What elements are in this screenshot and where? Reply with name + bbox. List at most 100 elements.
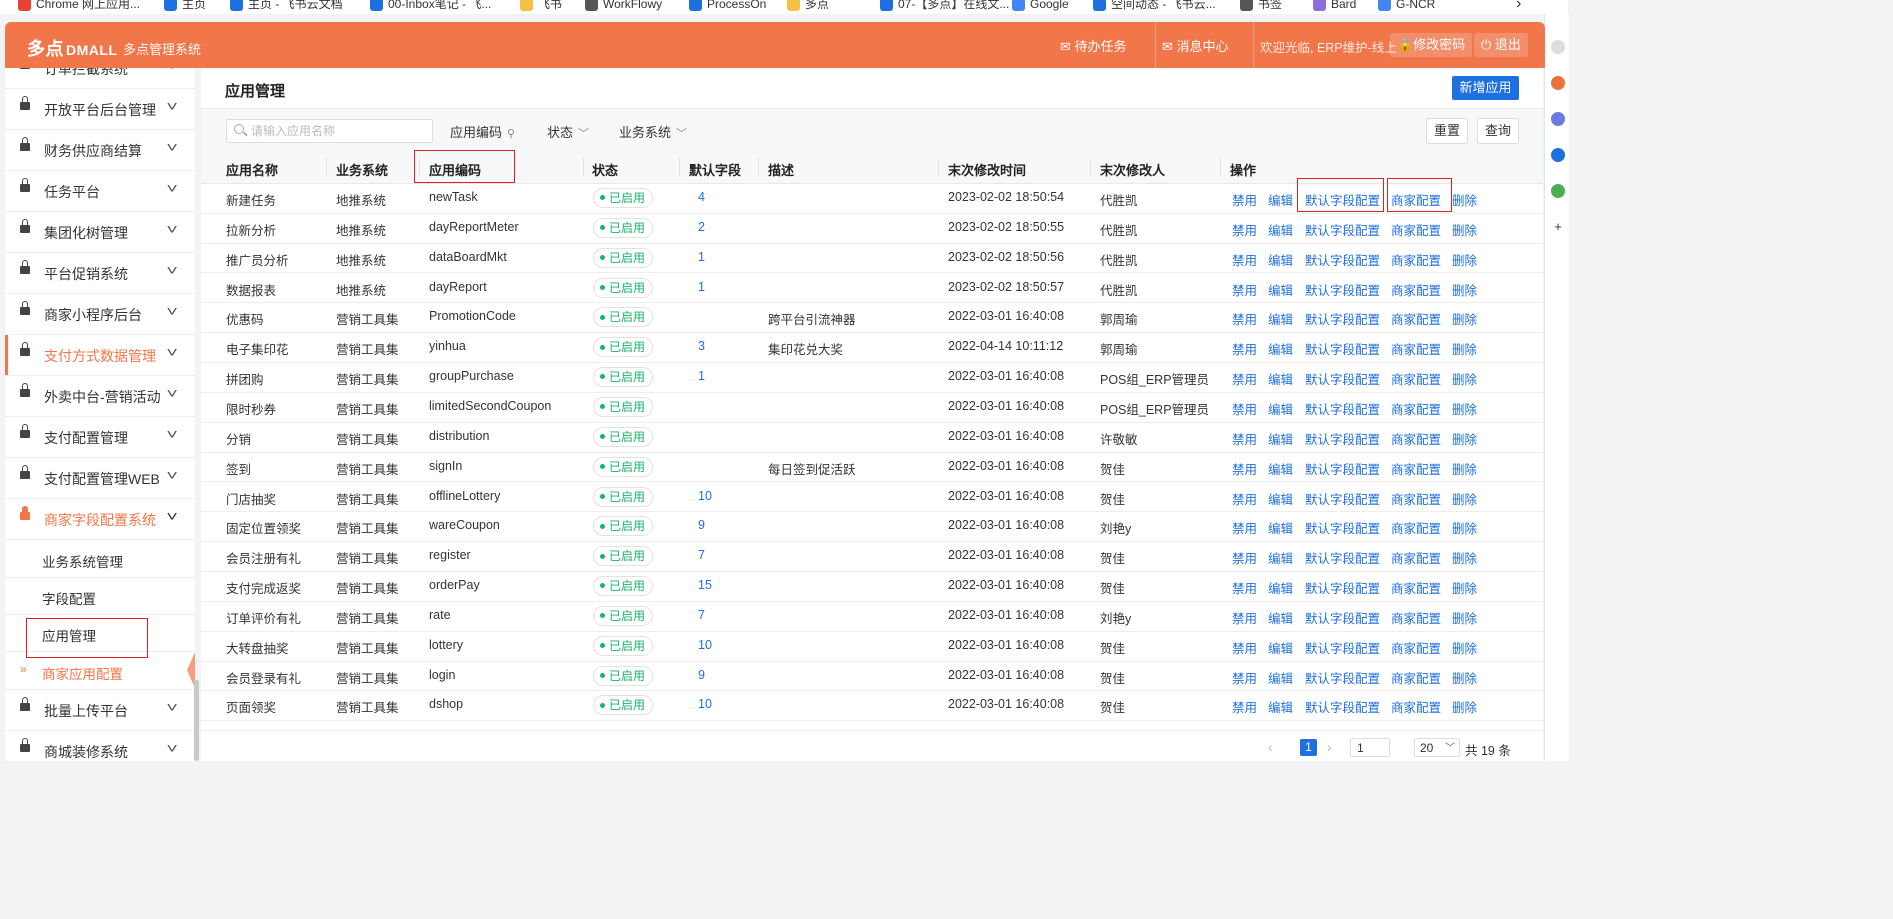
merchant-config-link[interactable]: 商家配置 — [1391, 250, 1441, 269]
sidebar-item[interactable]: 商家小程序后台 ˅ — [5, 294, 195, 335]
default-fields-link[interactable]: 10 — [698, 697, 712, 711]
edit-link[interactable]: 编辑 — [1268, 668, 1293, 687]
disable-link[interactable]: 禁用 — [1232, 668, 1257, 687]
bookmark-item[interactable]: 07-【多点】在线文... — [880, 0, 1009, 13]
todo-link[interactable]: ✉ 待办任务 — [1060, 36, 1127, 55]
prev-page-icon[interactable]: ‹ — [1268, 739, 1273, 755]
edit-link[interactable]: 编辑 — [1268, 369, 1293, 388]
default-field-config-link[interactable]: 默认字段配置 — [1305, 339, 1380, 358]
filter-status[interactable]: 状态 ﹀ — [547, 122, 589, 141]
disable-link[interactable]: 禁用 — [1232, 190, 1257, 209]
default-fields-link[interactable]: 9 — [698, 668, 705, 682]
default-field-config-link[interactable]: 默认字段配置 — [1305, 429, 1380, 448]
edit-link[interactable]: 编辑 — [1268, 638, 1293, 657]
delete-link[interactable]: 删除 — [1452, 369, 1477, 388]
delete-link[interactable]: 删除 — [1452, 220, 1477, 239]
merchant-config-link[interactable]: 商家配置 — [1391, 429, 1441, 448]
edit-link[interactable]: 编辑 — [1268, 518, 1293, 537]
delete-link[interactable]: 删除 — [1452, 518, 1477, 537]
delete-link[interactable]: 删除 — [1452, 429, 1477, 448]
side-panel-app-icon[interactable] — [1551, 76, 1565, 90]
delete-link[interactable]: 删除 — [1452, 309, 1477, 328]
page-size-select[interactable]: 20 ﹀ — [1414, 738, 1460, 757]
sidebar-item[interactable]: 外卖中台-营销活动 ˅ — [5, 376, 195, 417]
default-field-config-link[interactable]: 默认字段配置 — [1305, 489, 1380, 508]
sidebar-item[interactable]: 任务平台 ˅ — [5, 171, 195, 212]
merchant-config-link[interactable]: 商家配置 — [1391, 608, 1441, 627]
default-fields-link[interactable]: 10 — [698, 489, 712, 503]
logout-button[interactable]: ⏻ 退出 — [1474, 33, 1528, 57]
disable-link[interactable]: 禁用 — [1232, 250, 1257, 269]
default-field-config-link[interactable]: 默认字段配置 — [1305, 668, 1380, 687]
default-field-config-link[interactable]: 默认字段配置 — [1305, 190, 1380, 209]
default-fields-link[interactable]: 1 — [698, 280, 705, 294]
sidebar-scrollbar[interactable] — [194, 680, 199, 761]
default-field-config-link[interactable]: 默认字段配置 — [1305, 250, 1380, 269]
bookmark-item[interactable]: Bard — [1313, 0, 1356, 13]
bookmark-item[interactable]: ProcessOn — [689, 0, 766, 13]
delete-link[interactable]: 删除 — [1452, 697, 1477, 716]
filter-business-system[interactable]: 业务系统 ﹀ — [619, 122, 687, 141]
default-fields-link[interactable]: 3 — [698, 339, 705, 353]
delete-link[interactable]: 删除 — [1452, 668, 1477, 687]
merchant-config-link[interactable]: 商家配置 — [1391, 668, 1441, 687]
delete-link[interactable]: 删除 — [1452, 250, 1477, 269]
query-button[interactable]: 查询 — [1477, 118, 1519, 144]
default-fields-link[interactable]: 7 — [698, 548, 705, 562]
edit-link[interactable]: 编辑 — [1268, 280, 1293, 299]
default-field-config-link[interactable]: 默认字段配置 — [1305, 638, 1380, 657]
delete-link[interactable]: 删除 — [1452, 489, 1477, 508]
delete-link[interactable]: 删除 — [1452, 548, 1477, 567]
page-jump-input[interactable]: 1 — [1350, 738, 1390, 757]
edit-link[interactable]: 编辑 — [1268, 548, 1293, 567]
default-fields-link[interactable]: 10 — [698, 638, 712, 652]
next-page-icon[interactable]: › — [1327, 739, 1332, 755]
edit-link[interactable]: 编辑 — [1268, 697, 1293, 716]
sidebar-item[interactable]: 订单拦截系统 ˅ — [5, 68, 195, 89]
merchant-config-link[interactable]: 商家配置 — [1391, 548, 1441, 567]
delete-link[interactable]: 删除 — [1452, 638, 1477, 657]
bookmark-item[interactable]: 主页 - 飞书云文档 — [230, 0, 343, 13]
sidebar-item[interactable]: 商城装修系统 ˅ — [5, 731, 195, 761]
sidebar-item[interactable]: 商家字段配置系统 ˅ — [5, 499, 195, 540]
default-fields-link[interactable]: 2 — [698, 220, 705, 234]
sidebar-item[interactable]: 平台促销系统 ˅ — [5, 253, 195, 294]
edit-link[interactable]: 编辑 — [1268, 459, 1293, 478]
edit-link[interactable]: 编辑 — [1268, 489, 1293, 508]
sidebar-sub-item[interactable]: » 商家应用配置 — [5, 652, 195, 690]
disable-link[interactable]: 禁用 — [1232, 638, 1257, 657]
edit-link[interactable]: 编辑 — [1268, 220, 1293, 239]
merchant-config-link[interactable]: 商家配置 — [1391, 190, 1441, 209]
sidebar-item[interactable]: 支付配置管理 ˅ — [5, 417, 195, 458]
default-fields-link[interactable]: 15 — [698, 578, 712, 592]
change-password-button[interactable]: 🔒修改密码 — [1390, 33, 1473, 57]
bookmarks-overflow-icon[interactable]: › — [1516, 0, 1521, 13]
default-field-config-link[interactable]: 默认字段配置 — [1305, 220, 1380, 239]
disable-link[interactable]: 禁用 — [1232, 548, 1257, 567]
edit-link[interactable]: 编辑 — [1268, 429, 1293, 448]
default-field-config-link[interactable]: 默认字段配置 — [1305, 608, 1380, 627]
merchant-config-link[interactable]: 商家配置 — [1391, 309, 1441, 328]
merchant-config-link[interactable]: 商家配置 — [1391, 518, 1441, 537]
default-field-config-link[interactable]: 默认字段配置 — [1305, 578, 1380, 597]
disable-link[interactable]: 禁用 — [1232, 459, 1257, 478]
default-fields-link[interactable]: 7 — [698, 608, 705, 622]
default-fields-link[interactable]: 4 — [698, 190, 705, 204]
merchant-config-link[interactable]: 商家配置 — [1391, 280, 1441, 299]
sidebar-sub-item[interactable]: 业务系统管理 — [5, 540, 195, 578]
edit-link[interactable]: 编辑 — [1268, 250, 1293, 269]
current-page[interactable]: 1 — [1300, 739, 1317, 756]
disable-link[interactable]: 禁用 — [1232, 578, 1257, 597]
bookmark-item[interactable]: 00-Inbox笔记 - 飞... — [370, 0, 491, 13]
bookmark-item[interactable]: 多点 — [787, 0, 829, 13]
delete-link[interactable]: 删除 — [1452, 459, 1477, 478]
disable-link[interactable]: 禁用 — [1232, 429, 1257, 448]
delete-link[interactable]: 删除 — [1452, 190, 1477, 209]
disable-link[interactable]: 禁用 — [1232, 280, 1257, 299]
merchant-config-link[interactable]: 商家配置 — [1391, 220, 1441, 239]
sidebar-sub-item[interactable]: 应用管理 — [5, 614, 195, 652]
merchant-config-link[interactable]: 商家配置 — [1391, 369, 1441, 388]
bookmark-item[interactable]: WorkFlowy — [585, 0, 662, 13]
merchant-config-link[interactable]: 商家配置 — [1391, 399, 1441, 418]
add-app-button[interactable]: 新增应用 — [1452, 76, 1519, 100]
